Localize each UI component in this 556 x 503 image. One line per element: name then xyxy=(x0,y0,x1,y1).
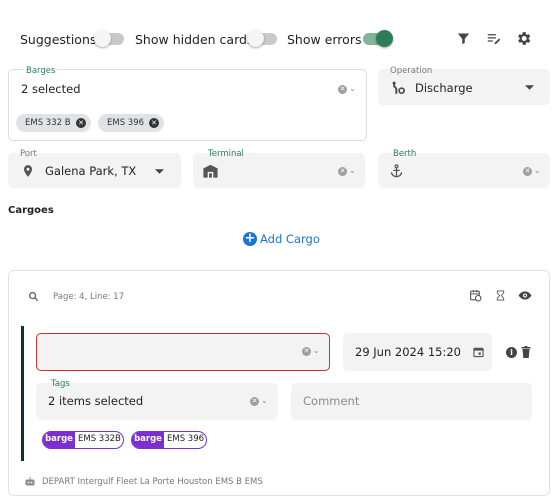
dropdown-arrow-icon[interactable] xyxy=(155,169,164,174)
clear-icon[interactable]: ✕ xyxy=(523,167,532,176)
card-footer-text: DEPART Intergulf Fleet La Porte Houston … xyxy=(42,477,263,487)
barges-value: 2 selected xyxy=(21,82,81,96)
add-cargo-label: Add Cargo xyxy=(260,232,320,246)
barges-field[interactable]: Barges 2 selected ✕ ⌄ EMS 332 B ✕ EMS 39… xyxy=(8,66,367,141)
comment-placeholder: Comment xyxy=(303,394,360,408)
chevron-down-icon[interactable]: ⌄ xyxy=(349,166,356,175)
settings-icon[interactable] xyxy=(515,30,532,47)
delete-icon[interactable] xyxy=(521,346,531,358)
warehouse-icon xyxy=(203,164,218,178)
chevron-down-icon[interactable]: ⌄ xyxy=(261,396,268,405)
toggle-knob xyxy=(376,30,393,47)
tags-value: 2 items selected xyxy=(48,394,144,408)
info-icon[interactable]: i xyxy=(506,347,517,358)
plus-icon: + xyxy=(243,231,257,246)
berth-label: Berth xyxy=(393,149,417,159)
toggle-knob xyxy=(247,30,264,47)
tags-label: Tags xyxy=(51,379,70,389)
dropdown-arrow-icon[interactable] xyxy=(525,85,534,90)
chevron-down-icon[interactable]: ⌄ xyxy=(349,84,356,93)
port-value: Galena Park, TX xyxy=(45,164,137,178)
clear-icon[interactable]: ✕ xyxy=(338,85,347,94)
barge-chip: EMS 396 ✕ xyxy=(98,114,164,132)
chevron-down-icon[interactable]: ⌄ xyxy=(313,346,320,355)
suggestions-toggle[interactable] xyxy=(94,30,124,47)
hourglass-icon[interactable] xyxy=(495,289,506,302)
tag-chip: barge EMS 396 xyxy=(131,431,207,449)
clear-icon[interactable]: ✕ xyxy=(250,397,259,406)
toggle-knob xyxy=(94,30,111,47)
show-hidden-cards-label: Show hidden cards xyxy=(135,32,254,47)
comment-field[interactable]: Comment xyxy=(291,383,532,420)
berth-select[interactable]: Berth ✕ ⌄ xyxy=(378,149,550,188)
chevron-down-icon[interactable]: ⌄ xyxy=(534,166,541,175)
operation-value: Discharge xyxy=(415,81,473,95)
suggestions-label: Suggestions xyxy=(20,32,97,47)
card-accent-bar xyxy=(21,326,24,461)
terminal-select[interactable]: Terminal ✕ ⌄ xyxy=(193,149,365,188)
port-label: Port xyxy=(20,149,37,159)
cargo-card: Page: 4, Line: 17 ✕ ⌄ 29 Jun 2024 15:20 … xyxy=(8,270,550,496)
search-icon[interactable] xyxy=(28,291,39,302)
clear-icon[interactable]: ✕ xyxy=(338,167,347,176)
barge-chip-label: EMS 396 xyxy=(107,118,145,128)
eye-icon[interactable] xyxy=(518,290,532,301)
cargo-select[interactable]: ✕ ⌄ xyxy=(36,333,330,371)
wrench-gear-icon xyxy=(392,81,405,94)
port-select[interactable]: Port Galena Park, TX xyxy=(8,149,181,188)
filter-icon[interactable] xyxy=(456,31,471,46)
edit-list-icon[interactable] xyxy=(486,31,502,46)
tags-select[interactable]: Tags 2 items selected ✕ ⌄ xyxy=(36,379,278,420)
show-errors-label: Show errors xyxy=(287,32,362,47)
barges-label: Barges xyxy=(24,66,58,76)
calendar-icon[interactable] xyxy=(473,346,484,358)
show-errors-toggle[interactable] xyxy=(363,30,393,47)
barge-chip-label: EMS 332 B xyxy=(25,118,71,128)
location-pin-icon xyxy=(23,165,33,177)
tag-prefix: barge xyxy=(132,432,164,448)
datetime-value: 29 Jun 2024 15:20 xyxy=(355,345,461,359)
tag-value: EMS 332B xyxy=(78,434,121,444)
tag-value: EMS 396 xyxy=(167,434,205,444)
barge-chip: EMS 332 B ✕ xyxy=(16,114,91,132)
show-hidden-cards-toggle[interactable] xyxy=(247,30,277,47)
remove-chip-icon[interactable]: ✕ xyxy=(76,118,86,128)
datetime-field[interactable]: 29 Jun 2024 15:20 xyxy=(343,333,492,371)
tag-chip: barge EMS 332B xyxy=(42,431,124,449)
clear-icon[interactable]: ✕ xyxy=(302,347,311,356)
page-info: Page: 4, Line: 17 xyxy=(53,292,125,302)
tag-prefix: barge xyxy=(43,432,75,448)
operation-select[interactable]: Operation Discharge xyxy=(378,66,550,105)
terminal-label: Terminal xyxy=(208,149,244,159)
robot-icon xyxy=(25,477,35,486)
operation-label: Operation xyxy=(390,66,433,76)
cargoes-title: Cargoes xyxy=(8,205,54,216)
calendar-clock-icon[interactable] xyxy=(469,289,482,302)
remove-chip-icon[interactable]: ✕ xyxy=(149,118,159,128)
anchor-icon xyxy=(390,164,403,178)
